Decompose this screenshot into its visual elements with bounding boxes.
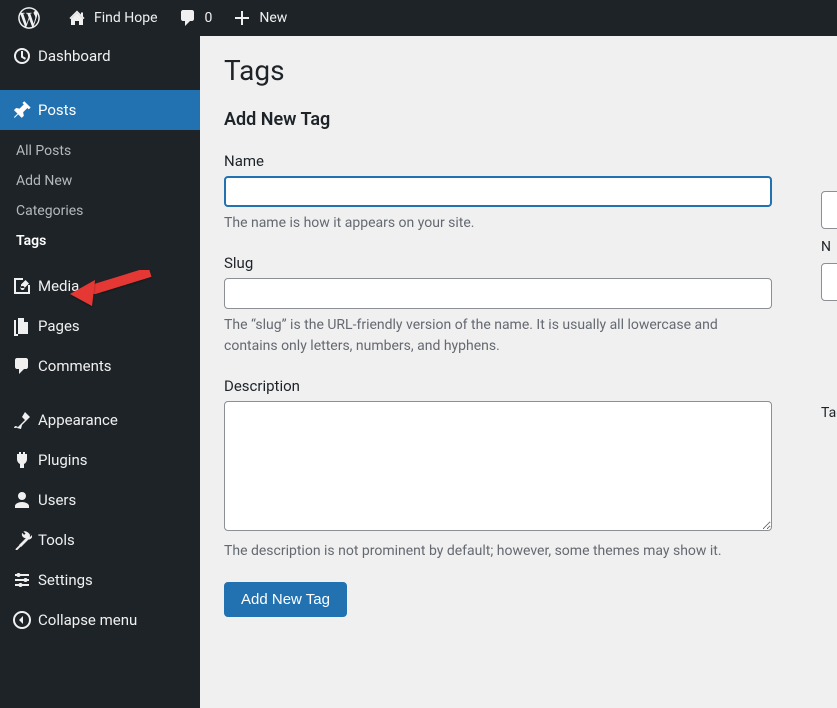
admin-topbar: Find Hope 0 New	[0, 0, 837, 36]
sidebar-item-users[interactable]: Users	[0, 480, 200, 520]
sidebar-item-label: Appearance	[38, 411, 118, 429]
sidebar-item-label: Plugins	[38, 451, 87, 469]
brush-icon	[12, 410, 38, 430]
sidebar-item-appearance[interactable]: Appearance	[0, 400, 200, 440]
sidebar-item-comments[interactable]: Comments	[0, 346, 200, 386]
sidebar-item-label: Media	[38, 277, 79, 295]
pages-icon	[12, 316, 38, 336]
sidebar-item-label: Collapse menu	[38, 611, 137, 629]
right-label-n: N	[821, 239, 837, 255]
comments-count: 0	[205, 10, 213, 26]
main-content: Tags Add New Tag Name The name is how it…	[200, 36, 837, 708]
sidebar-item-label: Settings	[38, 571, 93, 589]
plus-icon	[232, 8, 252, 28]
submenu-all-posts[interactable]: All Posts	[0, 136, 200, 166]
dashboard-icon	[12, 46, 38, 66]
sidebar-item-label: Posts	[38, 101, 76, 119]
select-box-clipped[interactable]	[821, 263, 837, 301]
field-slug: Slug The “slug” is the URL-friendly vers…	[224, 254, 813, 357]
slug-label: Slug	[224, 254, 813, 272]
sidebar-item-settings[interactable]: Settings	[0, 560, 200, 600]
name-label: Name	[224, 152, 813, 170]
submenu-categories[interactable]: Categories	[0, 196, 200, 226]
pin-icon	[12, 100, 38, 120]
sliders-icon	[12, 570, 38, 590]
field-description: Description The description is not promi…	[224, 377, 813, 562]
sidebar-item-pages[interactable]: Pages	[0, 306, 200, 346]
posts-submenu: All Posts Add New Categories Tags	[0, 130, 200, 266]
name-input[interactable]	[224, 176, 772, 207]
new-label: New	[259, 10, 287, 26]
sidebar-item-label: Dashboard	[38, 47, 111, 65]
add-new-tag-button[interactable]: Add New Tag	[224, 582, 347, 617]
user-icon	[12, 490, 38, 510]
sidebar-item-media[interactable]: Media	[0, 266, 200, 306]
comments-link[interactable]: 0	[168, 0, 223, 36]
name-help: The name is how it appears on your site.	[224, 213, 772, 234]
right-column-clipped: N Tag	[821, 191, 837, 425]
wp-logo[interactable]	[8, 0, 57, 36]
admin-sidebar: Dashboard Posts All Posts Add New Catego…	[0, 36, 200, 708]
sidebar-item-label: Pages	[38, 317, 80, 335]
page-title: Tags	[224, 54, 813, 87]
description-textarea[interactable]	[224, 401, 772, 531]
wrench-icon	[12, 530, 38, 550]
site-name: Find Hope	[94, 10, 158, 26]
comments-icon	[12, 356, 38, 376]
sidebar-item-dashboard[interactable]: Dashboard	[0, 36, 200, 76]
sidebar-item-posts[interactable]: Posts	[0, 90, 200, 130]
field-name: Name The name is how it appears on your …	[224, 152, 813, 234]
sidebar-item-plugins[interactable]: Plugins	[0, 440, 200, 480]
new-link[interactable]: New	[222, 0, 297, 36]
sidebar-item-label: Tools	[38, 531, 75, 549]
sidebar-collapse[interactable]: Collapse menu	[0, 600, 200, 640]
media-icon	[12, 276, 38, 296]
description-label: Description	[224, 377, 813, 395]
plug-icon	[12, 450, 38, 470]
sidebar-item-tools[interactable]: Tools	[0, 520, 200, 560]
site-home-link[interactable]: Find Hope	[57, 0, 168, 36]
slug-help: The “slug” is the URL-friendly version o…	[224, 315, 772, 357]
submenu-tags[interactable]: Tags	[0, 226, 200, 256]
home-icon	[67, 8, 87, 28]
submenu-add-new[interactable]: Add New	[0, 166, 200, 196]
comment-icon	[178, 8, 198, 28]
slug-input[interactable]	[224, 278, 772, 309]
sidebar-item-label: Users	[38, 491, 76, 509]
wordpress-icon	[18, 7, 40, 29]
search-box-clipped[interactable]	[821, 191, 837, 229]
collapse-icon	[12, 610, 38, 630]
form-heading: Add New Tag	[224, 109, 813, 130]
right-label-tag: Tag	[821, 405, 837, 421]
sidebar-item-label: Comments	[38, 357, 112, 375]
description-help: The description is not prominent by defa…	[224, 541, 772, 562]
